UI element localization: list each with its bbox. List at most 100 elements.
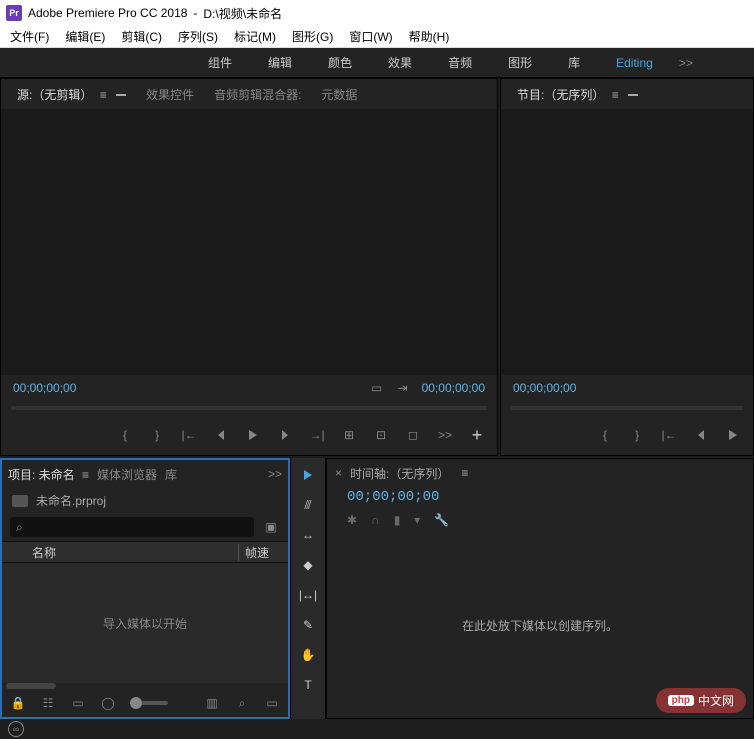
type-tool-icon[interactable]: T xyxy=(297,674,319,696)
lock-icon[interactable]: 🔒 xyxy=(10,695,26,711)
workspace-editing-cn[interactable]: 编辑 xyxy=(250,48,310,77)
find-icon[interactable]: ⌕ xyxy=(234,695,250,711)
folder-icon xyxy=(12,495,28,507)
source-timecode-right[interactable]: 00;00;00;00 xyxy=(422,381,485,395)
panel-menu-icon[interactable]: ≡ xyxy=(82,468,89,482)
menu-edit[interactable]: 编辑(E) xyxy=(59,26,111,47)
col-fps[interactable]: 帧速 xyxy=(238,544,288,561)
mark-out-icon[interactable]: } xyxy=(629,427,645,443)
new-bin-icon[interactable]: ▭ xyxy=(264,695,280,711)
go-to-in-icon[interactable]: |← xyxy=(661,427,677,443)
tab-source[interactable]: 源:（无剪辑） ≡ xyxy=(9,82,134,107)
razor-tool-icon[interactable]: ◆ xyxy=(297,554,319,576)
project-file-row: 未命名.prproj xyxy=(2,488,288,513)
close-icon[interactable]: × xyxy=(335,466,342,480)
play-icon[interactable] xyxy=(725,427,741,443)
program-monitor-view xyxy=(501,109,753,375)
workspace-audio[interactable]: 音频 xyxy=(430,48,490,77)
icon-view-icon[interactable]: ▭ xyxy=(70,695,86,711)
window-titlebar: Pr Adobe Premiere Pro CC 2018 - D:\视频\未命… xyxy=(0,0,754,26)
step-back-icon[interactable] xyxy=(213,427,229,443)
creative-cloud-icon[interactable]: ∞ xyxy=(8,721,24,737)
track-select-tool-icon[interactable]: ⫻ xyxy=(297,494,319,516)
workspace-overflow-icon[interactable]: >> xyxy=(671,56,701,70)
add-button-icon[interactable]: + xyxy=(469,427,485,443)
tab-overflow-icon[interactable]: >> xyxy=(268,467,282,481)
project-empty-hint[interactable]: 导入媒体以开始 xyxy=(2,563,288,683)
tab-effect-controls[interactable]: 效果控件 xyxy=(138,82,202,107)
source-panel-tabs: 源:（无剪辑） ≡ 效果控件 音频剪辑混合器: 元数据 xyxy=(1,79,497,109)
thumbnail-size-slider[interactable] xyxy=(130,701,168,705)
tab-media-browser[interactable]: 媒体浏览器 xyxy=(97,466,157,483)
workspace-editing[interactable]: Editing xyxy=(598,50,671,76)
timeline-toolbar: ✱ ∩ ▮ ▾ 🔧 xyxy=(327,507,753,533)
tab-audio-clip-mixer[interactable]: 音频剪辑混合器: xyxy=(206,82,309,107)
status-bar: ∞ xyxy=(0,719,754,739)
go-to-in-icon[interactable]: |← xyxy=(181,427,197,443)
mark-in-icon[interactable]: { xyxy=(117,427,133,443)
program-zoom-slider[interactable] xyxy=(511,403,743,413)
workspace-color[interactable]: 颜色 xyxy=(310,48,370,77)
ripple-edit-tool-icon[interactable]: ↔ xyxy=(297,524,319,546)
fit-icon[interactable]: ▭ xyxy=(370,381,384,395)
menu-file[interactable]: 文件(F) xyxy=(4,26,55,47)
menu-marker[interactable]: 标记(M) xyxy=(228,26,282,47)
source-timecode-left[interactable]: 00;00;00;00 xyxy=(13,381,76,395)
timeline-display-settings-icon[interactable]: ▾ xyxy=(414,513,420,527)
search-input[interactable]: ⌕ xyxy=(10,517,254,537)
tab-project[interactable]: 项目: 未命名 ≡ xyxy=(8,466,89,483)
program-panel-tabs: 节目:（无序列） ≡ xyxy=(501,79,753,109)
mark-out-icon[interactable]: } xyxy=(149,427,165,443)
panel-menu-icon[interactable]: ≡ xyxy=(612,88,619,102)
project-panel: 项目: 未命名 ≡ 媒体浏览器 库 >> 未命名.prproj ⌕ ▣ 名称 帧… xyxy=(0,458,290,719)
workspace-assembly[interactable]: 组件 xyxy=(190,48,250,77)
overwrite-icon[interactable]: ⊡ xyxy=(373,427,389,443)
mark-in-icon[interactable]: { xyxy=(597,427,613,443)
timeline-header: × 时间轴:（无序列） ≡ xyxy=(327,459,753,487)
workspace-effects[interactable]: 效果 xyxy=(370,48,430,77)
wrench-icon[interactable]: 🔧 xyxy=(434,513,449,527)
list-view-icon[interactable]: ☷ xyxy=(40,695,56,711)
menu-window[interactable]: 窗口(W) xyxy=(343,26,398,47)
source-zoom-slider[interactable] xyxy=(11,403,487,413)
export-frame-icon[interactable]: ◻ xyxy=(405,427,421,443)
tab-program-label: 节目:（无序列） xyxy=(517,88,604,102)
step-back-icon[interactable] xyxy=(693,427,709,443)
more-icon[interactable]: >> xyxy=(437,427,453,443)
app-icon: Pr xyxy=(6,5,22,21)
tab-metadata[interactable]: 元数据 xyxy=(313,82,365,107)
step-forward-icon[interactable] xyxy=(277,427,293,443)
tab-program[interactable]: 节目:（无序列） ≡ xyxy=(509,82,646,107)
program-timecode-left[interactable]: 00;00;00;00 xyxy=(513,381,576,395)
menu-sequence[interactable]: 序列(S) xyxy=(172,26,224,47)
menu-clip[interactable]: 剪辑(C) xyxy=(115,26,168,47)
safe-margins-icon[interactable]: ⇥ xyxy=(396,381,410,395)
timeline-timecode[interactable]: 00;00;00;00 xyxy=(327,487,753,507)
linked-selection-icon[interactable]: ∩ xyxy=(371,513,380,527)
tab-libraries[interactable]: 库 xyxy=(165,466,177,483)
col-name[interactable]: 名称 xyxy=(2,544,238,561)
play-icon[interactable] xyxy=(245,427,261,443)
source-transport: { } |← →| ⊞ ⊡ ◻ >> + xyxy=(1,415,497,455)
freeform-view-icon[interactable]: ◯ xyxy=(100,695,116,711)
panel-menu-icon[interactable]: ≡ xyxy=(461,466,468,480)
selection-tool-icon[interactable] xyxy=(297,464,319,486)
add-marker-icon[interactable]: ▮ xyxy=(394,513,401,527)
watermark-text: 中文网 xyxy=(698,692,734,709)
insert-icon[interactable]: ⊞ xyxy=(341,427,357,443)
hand-tool-icon[interactable]: ✋ xyxy=(297,644,319,666)
panel-menu-icon[interactable]: ≡ xyxy=(100,88,107,102)
menu-graphics[interactable]: 图形(G) xyxy=(286,26,339,47)
new-bin-from-search-icon[interactable]: ▣ xyxy=(262,518,280,536)
workspace-bar: 组件 编辑 颜色 效果 音频 图形 库 Editing >> xyxy=(0,48,754,78)
slip-tool-icon[interactable]: |↔| xyxy=(297,584,319,606)
tab-source-label: 源:（无剪辑） xyxy=(17,88,92,102)
go-to-out-icon[interactable]: →| xyxy=(309,427,325,443)
snap-icon[interactable]: ✱ xyxy=(347,513,357,527)
pen-tool-icon[interactable]: ✎ xyxy=(297,614,319,636)
automate-to-sequence-icon[interactable]: ▥ xyxy=(204,695,220,711)
menu-help[interactable]: 帮助(H) xyxy=(403,26,456,47)
project-tabs: 项目: 未命名 ≡ 媒体浏览器 库 >> xyxy=(2,460,288,488)
workspace-libraries[interactable]: 库 xyxy=(550,48,598,77)
workspace-graphics[interactable]: 图形 xyxy=(490,48,550,77)
